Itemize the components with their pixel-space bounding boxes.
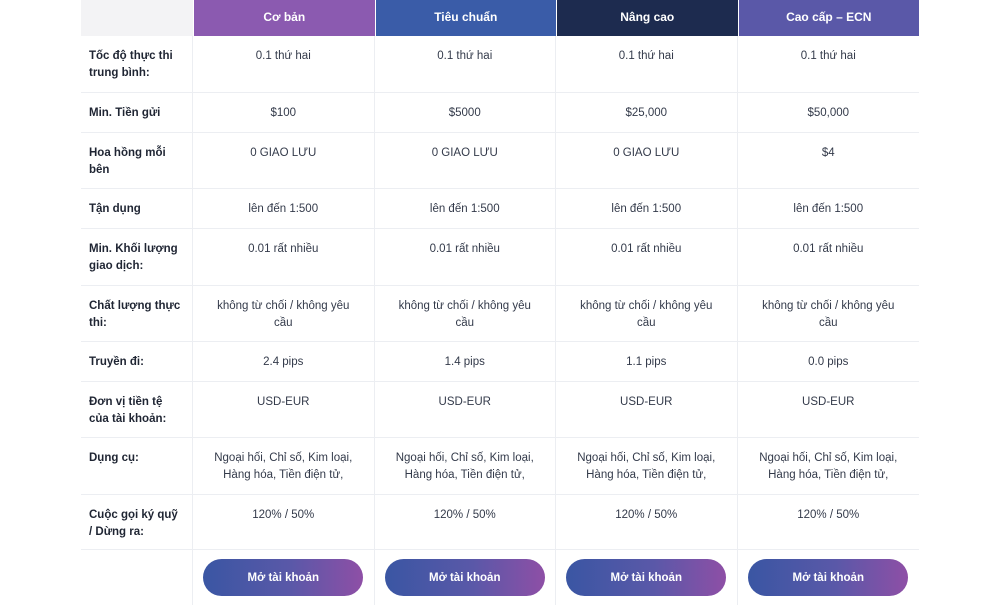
table-cell: 0.01 rất nhiều xyxy=(793,243,864,255)
row-label: Tốc độ thực thi trung bình: xyxy=(81,36,193,92)
table-cell: 120% / 50% xyxy=(375,495,556,549)
table-row: Hoa hồng mỗi bên 0 GIAO LƯU 0 GIAO LƯU 0… xyxy=(81,133,919,189)
header-corner xyxy=(81,0,193,36)
table-cell: 120% / 50% xyxy=(556,495,738,549)
row-label: Chất lượng thực thi: xyxy=(81,286,193,341)
row-label: Đơn vị tiền tệ của tài khoản: xyxy=(81,382,193,437)
table-row: Tốc độ thực thi trung bình: 0.1 thứ hai … xyxy=(81,36,919,93)
row-label: Cuộc gọi ký quỹ / Dừng ra: xyxy=(81,495,193,549)
account-comparison-table: Cơ bản Tiêu chuẩn Nâng cao Cao cấp – ECN… xyxy=(81,0,919,605)
table-cell: 0.01 rất nhiều xyxy=(193,229,375,285)
table-cell: không từ chối / không yêu cầu xyxy=(193,286,375,341)
table-cell: 0.1 thứ hai xyxy=(375,36,556,92)
button-cell: Mở tài khoản xyxy=(193,550,375,605)
table-row: Tận dụng lên đến 1:500 lên đến 1:500 lên… xyxy=(81,189,919,229)
table-cell: 0 GIAO LƯU xyxy=(556,133,738,188)
table-cell: lên đến 1:500 xyxy=(556,189,738,228)
table-row: Min. Tiền gửi $100 $5000 $25,000 $50,000 xyxy=(81,93,919,133)
table-cell: 120% / 50% xyxy=(193,495,375,549)
button-cell: Mở tài khoản xyxy=(556,550,738,605)
row-label: Min. Khối lượng giao dịch: xyxy=(81,229,193,285)
table-cell: 0.0 pips xyxy=(808,356,849,368)
table-header: Cơ bản Tiêu chuẩn Nâng cao Cao cấp – ECN xyxy=(81,0,919,36)
button-cell: Mở tài khoản xyxy=(375,550,556,605)
table-cell: 0.01 rất nhiều xyxy=(556,229,738,285)
row-label: Hoa hồng mỗi bên xyxy=(81,133,193,188)
table-cell: $4 xyxy=(821,147,835,159)
table-cell: $5000 xyxy=(375,93,556,132)
table-cell: 1.4 pips xyxy=(375,342,556,381)
table-cell: Ngoại hối, Chỉ số, Kim loại, Hàng hóa, T… xyxy=(556,438,738,494)
row-label: Min. Tiền gửi xyxy=(81,93,193,132)
table-cell: không từ chối / không yêu cầu xyxy=(556,286,738,341)
table-cell: 0.1 thứ hai xyxy=(800,50,856,62)
table-row: Dụng cụ: Ngoại hối, Chỉ số, Kim loại, Hà… xyxy=(81,438,919,495)
table-cell: 0.01 rất nhiều xyxy=(375,229,556,285)
button-cell: Mở tài khoản xyxy=(738,550,920,605)
table-cell: 2.4 pips xyxy=(193,342,375,381)
plan-header-basic: Cơ bản xyxy=(193,0,375,36)
table-cell: USD-EUR xyxy=(556,382,738,437)
table-cell: USD-EUR xyxy=(802,396,855,408)
table-cell: USD-EUR xyxy=(375,382,556,437)
table-cell: $100 xyxy=(193,93,375,132)
table-cell: 0.1 thứ hai xyxy=(193,36,375,92)
table-row: Đơn vị tiền tệ của tài khoản: USD-EUR US… xyxy=(81,382,919,438)
table-row: Cuộc gọi ký quỹ / Dừng ra: 120% / 50% 12… xyxy=(81,495,919,550)
plan-header-standard: Tiêu chuẩn xyxy=(374,0,556,36)
table-cell: 1.1 pips xyxy=(556,342,738,381)
row-label: Tận dụng xyxy=(81,189,193,228)
table-cell: lên đến 1:500 xyxy=(793,203,864,215)
open-account-button-advanced[interactable]: Mở tài khoản xyxy=(566,559,727,596)
open-account-button-basic[interactable]: Mở tài khoản xyxy=(203,559,364,596)
table-cell: $50,000 xyxy=(807,107,850,119)
table-cell: Ngoại hối, Chỉ số, Kim loại, Hàng hóa, T… xyxy=(759,452,898,481)
row-label: Truyền đi: xyxy=(81,342,193,381)
table-cell: Ngoại hối, Chỉ số, Kim loại, Hàng hóa, T… xyxy=(375,438,556,494)
table-row: Chất lượng thực thi: không từ chối / khô… xyxy=(81,286,919,342)
table-cell: lên đến 1:500 xyxy=(193,189,375,228)
plan-header-advanced: Nâng cao xyxy=(556,0,738,36)
table-cell: 120% / 50% xyxy=(797,509,860,521)
table-cell: Ngoại hối, Chỉ số, Kim loại, Hàng hóa, T… xyxy=(193,438,375,494)
open-account-button-standard[interactable]: Mở tài khoản xyxy=(384,559,545,596)
table-row: Min. Khối lượng giao dịch: 0.01 rất nhiề… xyxy=(81,229,919,286)
button-row-spacer xyxy=(81,550,193,605)
plan-header-ecn: Cao cấp – ECN xyxy=(737,0,919,36)
open-account-button-ecn[interactable]: Mở tài khoản xyxy=(748,559,909,596)
table-cell: không từ chối / không yêu cầu xyxy=(375,286,556,341)
table-cell: 0.1 thứ hai xyxy=(556,36,738,92)
table-cell: $25,000 xyxy=(556,93,738,132)
table-cell: USD-EUR xyxy=(193,382,375,437)
table-cell: lên đến 1:500 xyxy=(375,189,556,228)
table-cell: 0 GIAO LƯU xyxy=(193,133,375,188)
row-label: Dụng cụ: xyxy=(81,438,193,494)
table-row: Truyền đi: 2.4 pips 1.4 pips 1.1 pips 0.… xyxy=(81,342,919,382)
open-account-row: Mở tài khoản Mở tài khoản Mở tài khoản M… xyxy=(81,550,919,605)
table-cell: không từ chối / không yêu cầu xyxy=(762,300,895,329)
table-cell: 0 GIAO LƯU xyxy=(375,133,556,188)
